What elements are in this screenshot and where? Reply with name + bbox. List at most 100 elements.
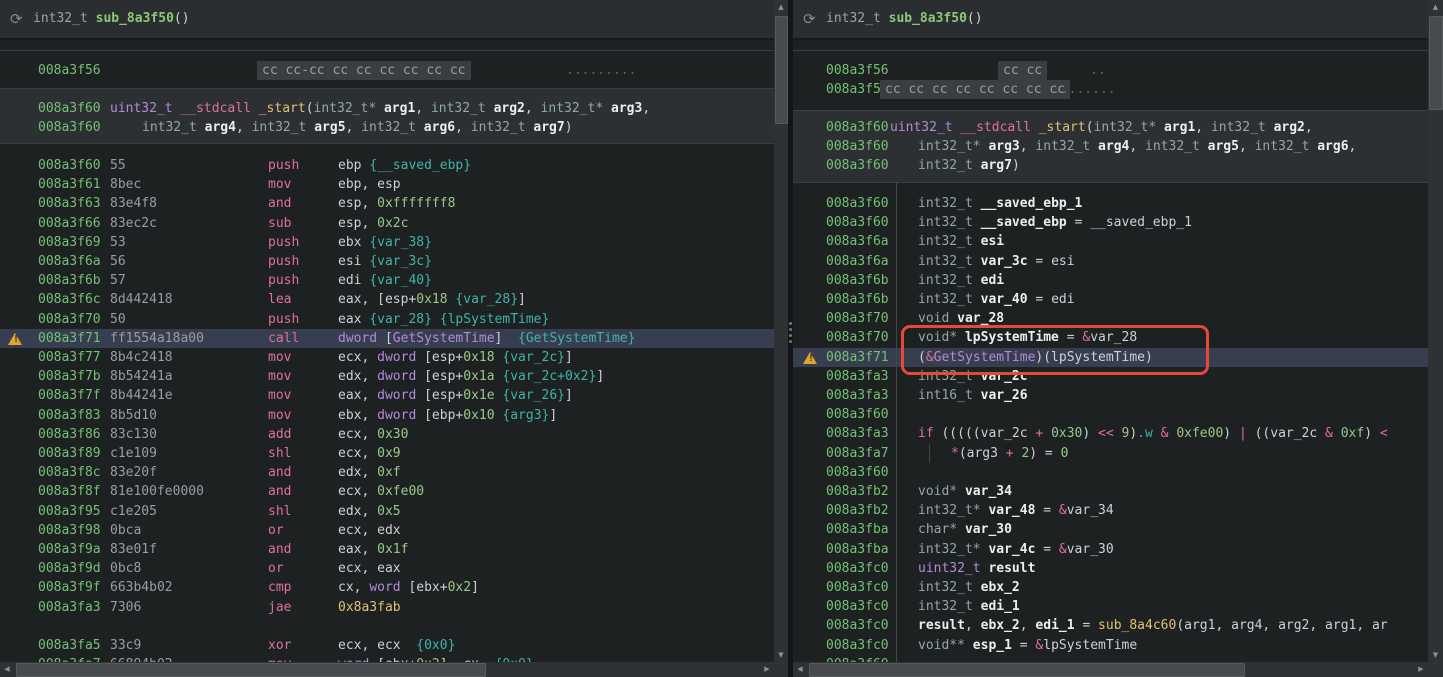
mnemonic[interactable]: mov	[268, 406, 291, 425]
code-token[interactable]: {var_2c}	[502, 350, 565, 365]
code-token[interactable]: =	[1035, 503, 1058, 518]
code-token[interactable]: eax,	[338, 388, 377, 403]
mnemonic[interactable]: push	[268, 271, 299, 290]
instruction-bytes[interactable]: 8b54241a	[110, 367, 173, 386]
address[interactable]: 008a3f61	[38, 175, 101, 194]
mnemonic[interactable]: push	[268, 233, 299, 252]
code-token[interactable]: edx,	[338, 465, 377, 480]
operands[interactable]: ecx, dword [esp+0x18 {var_2c}]	[338, 348, 573, 367]
address[interactable]: 008a3f60	[38, 156, 101, 175]
hex-bytes-row[interactable]: 008a3f56cc cc-cc cc cc cc cc cc cc......…	[0, 61, 774, 80]
scroll-down-button[interactable]: ▼	[1428, 648, 1443, 662]
address[interactable]: 008a3f6c	[38, 290, 101, 309]
code-token[interactable]: esi	[973, 234, 1004, 249]
address[interactable]: 008a3f95	[38, 502, 101, 521]
code-token[interactable]: ]	[565, 388, 573, 403]
hlil-expression[interactable]: int16_t var_26	[918, 386, 1028, 405]
code-token[interactable]: GetSystemTime	[393, 331, 495, 346]
code-token[interactable]: ebx,	[338, 408, 377, 423]
operands[interactable]: ecx, eax	[338, 559, 401, 578]
code-token[interactable]: 0x30	[377, 427, 408, 442]
code-token[interactable]: = __saved_ebp_1	[1067, 215, 1192, 230]
vertical-scrollbar[interactable]: ▲ ▼	[1428, 0, 1443, 662]
code-token[interactable]: edi	[973, 273, 1004, 288]
code-token[interactable]: int32_t	[1145, 139, 1200, 154]
mnemonic[interactable]: mov	[268, 386, 291, 405]
code-token[interactable]: int32_t	[918, 369, 973, 384]
code-token[interactable]: ]	[518, 292, 526, 307]
disassembly-row[interactable]: 008a3f7b8b54241amovedx, dword [esp+0x1a …	[0, 367, 774, 386]
operands[interactable]: esp, 0xfffffff8	[338, 194, 455, 213]
code-token[interactable]: sub_8a4c60	[1098, 618, 1176, 633]
scrollbar-thumb[interactable]	[1429, 16, 1443, 110]
code-token[interactable]: int16_t	[918, 388, 973, 403]
hlil-expression[interactable]: if (((((var_2c + 0x30) << 9).w & 0xfe00)…	[918, 424, 1388, 443]
scrollbar-thumb[interactable]	[775, 16, 788, 124]
hlil-row[interactable]: 008a3fb2void* var_34	[793, 482, 1428, 501]
address[interactable]: 008a3fb2	[826, 482, 889, 501]
mnemonic[interactable]: or	[268, 521, 284, 540]
address[interactable]: 008a3f9f	[38, 578, 101, 597]
disassembly-row[interactable]: 008a3f6055pushebp {__saved_ebp}	[0, 156, 774, 175]
code-token[interactable]: arg5	[1200, 139, 1239, 154]
function-header[interactable]: ⟳ int32_t sub_8a3f50()	[793, 0, 1428, 40]
operands[interactable]: edx, 0xf	[338, 463, 401, 482]
code-token[interactable]: .w	[1137, 426, 1153, 441]
hlil-expression[interactable]: char* var_30	[918, 520, 1012, 539]
code-token[interactable]: ,	[1020, 618, 1036, 633]
code-token[interactable]: ) =	[1029, 446, 1060, 461]
disassembly-row[interactable]: 008a3f71ff1554a18a00calldword [GetSystem…	[0, 329, 774, 348]
operands[interactable]: ebx, dword [ebp+0x10 {arg3}]	[338, 406, 557, 425]
code-token[interactable]: uint32_t	[890, 120, 953, 135]
operands[interactable]: ecx, edx	[338, 521, 401, 540]
code-token[interactable]: 0	[1061, 446, 1069, 461]
code-token[interactable]: void**	[918, 638, 965, 653]
code-token[interactable]: var_30	[1067, 542, 1114, 557]
address[interactable]: 008a3f71	[38, 329, 101, 348]
code-token[interactable]: (	[1086, 120, 1094, 135]
code-token[interactable]: int32_t	[918, 196, 973, 211]
code-token[interactable]: int32_t	[431, 101, 486, 116]
address[interactable]: 008a3f83	[38, 406, 101, 425]
code-token[interactable]: ]	[495, 331, 518, 346]
hlil-row[interactable]: 008a3fc0int32_t edi_1	[793, 597, 1428, 616]
address[interactable]: 008a3fc0	[826, 578, 889, 597]
code-token[interactable]: var_40	[973, 292, 1028, 307]
code-token[interactable]: var_34	[957, 484, 1012, 499]
instruction-bytes[interactable]: c1e205	[110, 502, 157, 521]
address[interactable]: 008a3f60	[826, 156, 889, 175]
scrollbar-thumb[interactable]	[809, 663, 1245, 677]
signature-row[interactable]: 008a3f60int32_t arg7)	[793, 156, 1428, 175]
address[interactable]: 008a3f60	[38, 118, 101, 137]
hlil-expression[interactable]: int32_t* var_48 = &var_34	[918, 501, 1114, 520]
address[interactable]: 008a3fc0	[826, 597, 889, 616]
code-token[interactable]: arg6	[416, 120, 455, 135]
code-token[interactable]: [	[377, 331, 393, 346]
hlil-row[interactable]: 008a3f71(&GetSystemTime)(lpSystemTime)	[793, 348, 1428, 367]
code-token[interactable]: int32_t	[33, 11, 88, 26]
code-token[interactable]: ecx,	[338, 446, 377, 461]
instruction-bytes[interactable]: 81e100fe0000	[110, 482, 204, 501]
hlil-row[interactable]: 008a3fc0int32_t ebx_2	[793, 578, 1428, 597]
address[interactable]: 008a3fc0	[826, 616, 889, 635]
code-token[interactable]: dword	[377, 350, 416, 365]
address[interactable]: 008a3f60	[826, 213, 889, 232]
mnemonic[interactable]: lea	[268, 290, 291, 309]
code-token[interactable]: int32_t	[918, 215, 973, 230]
scroll-down-button[interactable]: ▼	[774, 648, 788, 662]
operands[interactable]: eax, [esp+0x18 {var_28}]	[338, 290, 526, 309]
signature-text[interactable]: int32_t arg4, int32_t arg5, int32_t arg6…	[142, 118, 573, 137]
code-token[interactable]	[1043, 426, 1051, 441]
code-token[interactable]: ebx_2	[973, 580, 1020, 595]
operands[interactable]: ebp, esp	[338, 175, 401, 194]
code-token[interactable]: *	[951, 446, 959, 461]
scroll-left-button[interactable]: ◀	[793, 662, 807, 677]
hlil-row[interactable]: 008a3f6bint32_t var_40 = edi	[793, 290, 1428, 309]
hlil-row[interactable]: 008a3fa7*(arg3 + 2) = 0	[793, 444, 1428, 463]
operands[interactable]: ecx, ecx {0x0}	[338, 636, 455, 655]
code-token[interactable]: ,	[1305, 120, 1313, 135]
mnemonic[interactable]: mov	[268, 655, 291, 662]
code-token[interactable]: eax, [esp+	[338, 292, 416, 307]
hlil-row[interactable]: 008a3f60	[793, 655, 1428, 662]
hex-bytes-row[interactable]: 008a3f58cc cc cc cc cc cc cc cc........	[793, 80, 1428, 99]
